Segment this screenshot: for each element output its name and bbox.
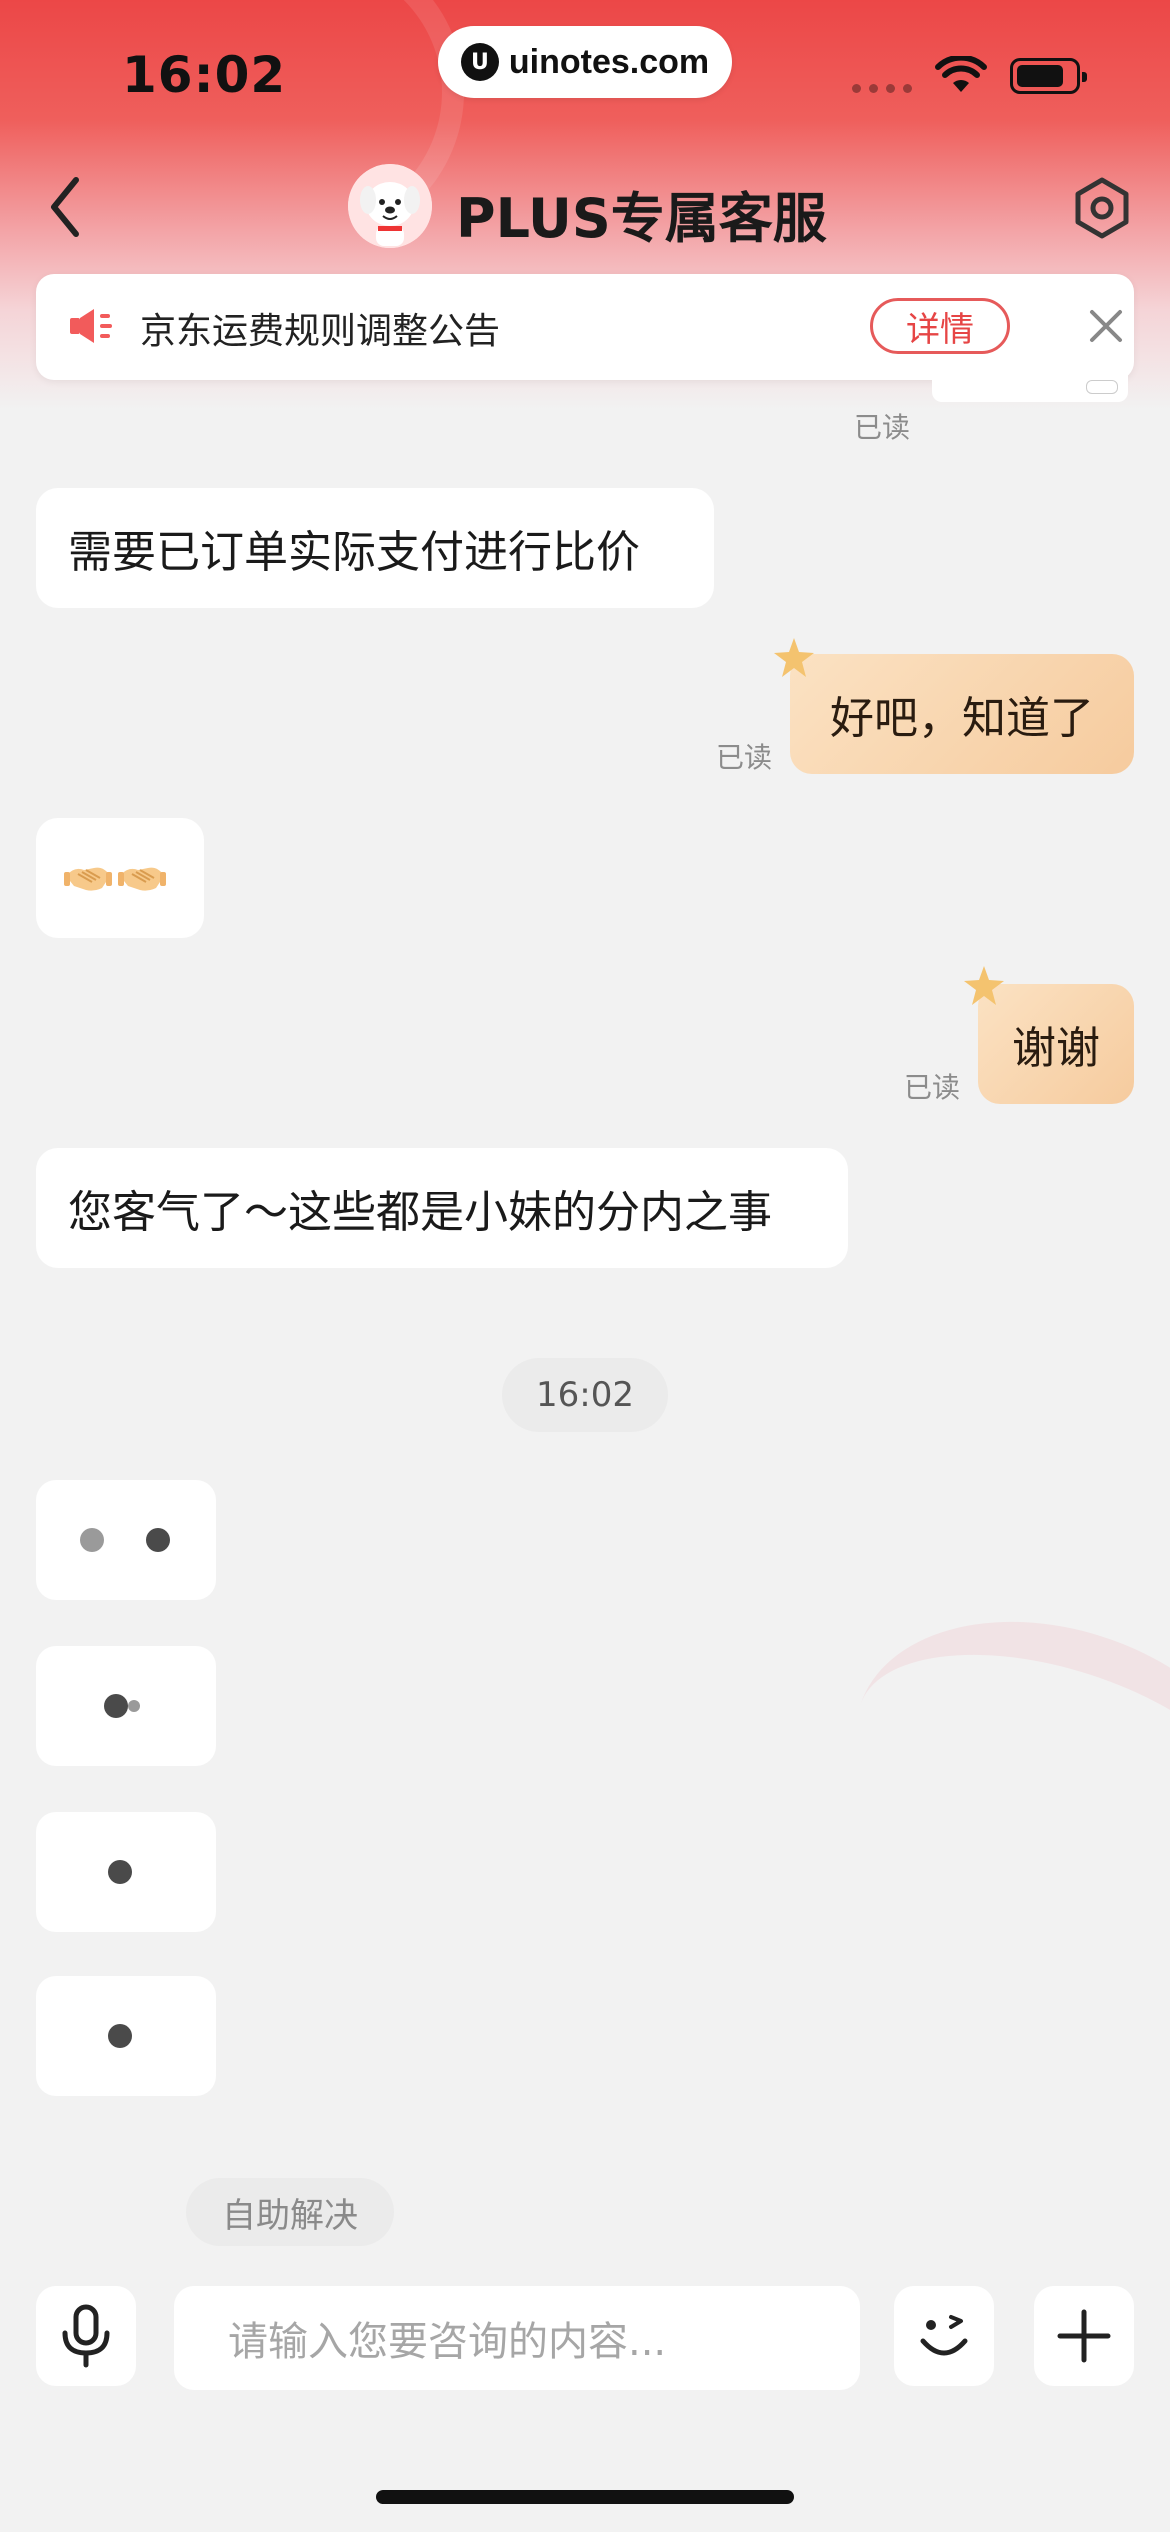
message-bubble-agent-emoji bbox=[36, 818, 204, 938]
voice-button[interactable] bbox=[36, 2286, 136, 2386]
typing-indicator bbox=[36, 1976, 216, 2096]
more-button[interactable] bbox=[1034, 2286, 1134, 2386]
site-logo-icon: U bbox=[460, 43, 499, 81]
plus-icon bbox=[1057, 2309, 1111, 2363]
settings-icon[interactable] bbox=[1072, 176, 1132, 240]
star-badge-icon bbox=[964, 966, 1004, 1005]
typing-indicator bbox=[36, 1480, 216, 1600]
read-receipt: 已读 bbox=[854, 411, 911, 444]
handshake-emoji-icon bbox=[118, 867, 166, 891]
dog-mascot-icon bbox=[348, 164, 432, 248]
background-decoration bbox=[817, 1571, 1170, 1969]
handshake-emoji-icon bbox=[64, 867, 112, 891]
url-text: uinotes.com bbox=[508, 42, 710, 81]
message-input[interactable]: 请输入您要咨询的内容... bbox=[174, 2286, 860, 2390]
message-bubble-agent: 需要已订单实际支付进行比价 bbox=[36, 488, 714, 608]
home-indicator bbox=[376, 2490, 794, 2504]
read-receipt: 已读 bbox=[904, 1071, 961, 1104]
wifi-icon bbox=[935, 56, 987, 92]
star-badge-icon bbox=[774, 638, 814, 677]
self-help-button[interactable]: 自助解决 bbox=[186, 2178, 394, 2246]
previous-message-card[interactable] bbox=[932, 372, 1128, 402]
message-bubble-agent: 您客气了～这些都是小妹的分内之事 bbox=[36, 1148, 848, 1268]
status-time: 16:02 bbox=[122, 46, 287, 104]
page-title: PLUS专属客服 bbox=[456, 187, 827, 250]
megaphone-icon bbox=[70, 309, 112, 343]
back-chevron-icon[interactable] bbox=[46, 172, 86, 242]
url-pill[interactable]: U uinotes.com bbox=[438, 26, 732, 98]
details-button[interactable]: 详情 bbox=[870, 298, 1010, 354]
signal-dots-icon bbox=[852, 84, 912, 93]
close-icon[interactable] bbox=[1086, 306, 1126, 346]
wink-face-icon bbox=[920, 2315, 968, 2356]
agent-avatar bbox=[348, 164, 432, 248]
announcement-banner[interactable]: 京东运费规则调整公告 详情 bbox=[36, 274, 1134, 380]
microphone-icon bbox=[62, 2304, 110, 2368]
read-receipt: 已读 bbox=[716, 741, 773, 774]
typing-indicator bbox=[36, 1646, 216, 1766]
announcement-text: 京东运费规则调整公告 bbox=[140, 311, 501, 352]
battery-icon bbox=[1010, 58, 1087, 94]
emoji-button[interactable] bbox=[894, 2286, 994, 2386]
typing-indicator bbox=[36, 1812, 216, 1932]
timestamp-divider: 16:02 bbox=[502, 1358, 668, 1432]
message-bubble-user: 好吧，知道了 bbox=[790, 654, 1134, 774]
